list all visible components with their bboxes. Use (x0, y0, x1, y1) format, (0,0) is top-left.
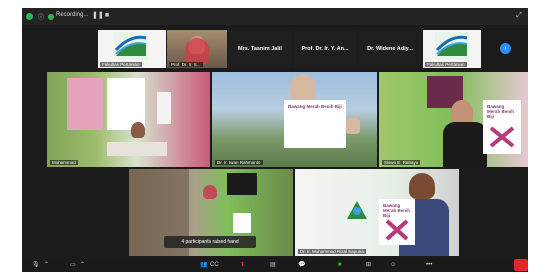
reactions-icon[interactable]: ☺ (390, 260, 396, 270)
standing-banner (157, 92, 171, 124)
video-tile-1[interactable]: Muhammad (47, 72, 210, 167)
video-tile-3[interactable]: Bawang Merah Benih Biji Siswo E. Rahayu (379, 72, 528, 167)
chat-icon[interactable]: 💬 (298, 260, 305, 270)
video-camera-icon[interactable]: ▭ (70, 260, 76, 270)
body-shape (443, 122, 487, 167)
book-cover (233, 213, 251, 233)
stop-recording-icon[interactable]: ■ (102, 11, 112, 21)
notification-text: 4 participants raised hand (181, 239, 239, 245)
participant-face (131, 122, 145, 138)
thumbnail-name: Fakultas Pertanian (100, 62, 142, 67)
end-meeting-button[interactable] (514, 259, 528, 271)
participants-icon[interactable]: 👥 (200, 260, 207, 270)
tile-name: Dr. Ir. Iwan Rahmanto (215, 160, 263, 165)
organization-logo-icon (347, 201, 367, 219)
meeting-toolbar: 🎙︎ ⌃ ▭ ⌃ 👥 CC ⬆ ▤ 💬 ■ ⊞ ☺ ••• (22, 258, 528, 272)
tv-screen (227, 173, 257, 195)
participant-name: Mrs. Tasnim Jalil (238, 46, 282, 52)
tile-name: Siswo E. Rahayu (382, 160, 421, 165)
thumbnail-5[interactable]: Dr. Widene Adiy... (358, 30, 422, 68)
video-options-icon[interactable]: ⌃ (80, 260, 85, 270)
thumbnail-1[interactable]: Fakultas Pertanian (98, 30, 166, 68)
recording-label: Recording... (56, 12, 89, 18)
thumbnail-6[interactable]: Fakultas Pertanian (423, 30, 481, 68)
pause-recording-icon[interactable]: ❚❚ (92, 11, 104, 21)
book-cover: Bawang Merah Benih Biji (483, 100, 521, 154)
book-title: Bawang Merah Benih Biji (383, 203, 411, 218)
polls-icon[interactable]: ▤ (270, 260, 276, 270)
thumbnail-name: Prof. Dr. Ir. S... (169, 62, 203, 67)
record-icon[interactable]: ■ (338, 260, 342, 270)
book-pattern-icon (385, 219, 409, 241)
headscarf-shape (185, 38, 209, 64)
microphone-icon[interactable]: 🎙︎ (32, 260, 40, 270)
tile-name: Dr. Ir. Muhammad Rizal Saputra (298, 249, 367, 254)
flower-shape (203, 185, 217, 199)
book-title: Bawang Merah Benih Biji (487, 104, 515, 119)
book-cover: Bawang Merah Benih Biji (379, 199, 415, 245)
info-icon[interactable]: ⓘ (38, 12, 44, 21)
more-icon[interactable]: ••• (426, 260, 432, 270)
participant-face (409, 173, 435, 199)
thumbnail-name: Fakultas Pertanian (425, 62, 467, 67)
tile-name: Muhammad (50, 160, 78, 165)
desk-shape (107, 142, 167, 156)
video-tile-2-active-speaker[interactable]: Bawang Merah Benih Biji Dr. Ir. Iwan Rah… (212, 72, 377, 167)
participant-name: Prof. Dr. Ir. Y. An... (301, 46, 349, 52)
thumbnail-3[interactable]: Mrs. Tasnim Jalil (228, 30, 292, 68)
book-title: Bawang Merah Benih Biji (288, 104, 342, 109)
poster-image (67, 78, 103, 130)
participant-face (290, 74, 316, 102)
next-page-button[interactable]: › (500, 43, 511, 54)
audio-options-icon[interactable]: ⌃ (44, 260, 49, 270)
cc-label[interactable]: CC (210, 260, 219, 270)
zoom-window: ⓘ Recording... ❚❚ ■ ⤢ Fakultas Pertanian… (22, 8, 528, 272)
thumbnail-2[interactable]: Prof. Dr. Ir. S... (167, 30, 227, 68)
participant-name: Dr. Widene Adiy... (367, 46, 413, 52)
raised-hand-notification: 4 participants raised hand (164, 236, 256, 248)
share-screen-icon[interactable]: ⬆ (240, 260, 245, 270)
book-pattern-icon (489, 126, 515, 148)
recording-dot-icon (48, 13, 54, 20)
breakout-rooms-icon[interactable]: ⊞ (366, 260, 371, 270)
fullscreen-icon[interactable]: ⤢ (514, 11, 524, 21)
book-cover: Bawang Merah Benih Biji (284, 100, 346, 148)
security-shield-icon[interactable] (26, 13, 33, 20)
hand-shape (346, 118, 360, 134)
title-bar: ⓘ Recording... ❚❚ ■ ⤢ (22, 8, 528, 25)
video-tile-5[interactable]: Bawang Merah Benih Biji Dr. Ir. Muhammad… (295, 169, 459, 256)
participant-face (451, 100, 473, 124)
thumbnail-4[interactable]: Prof. Dr. Ir. Y. An... (293, 30, 357, 68)
